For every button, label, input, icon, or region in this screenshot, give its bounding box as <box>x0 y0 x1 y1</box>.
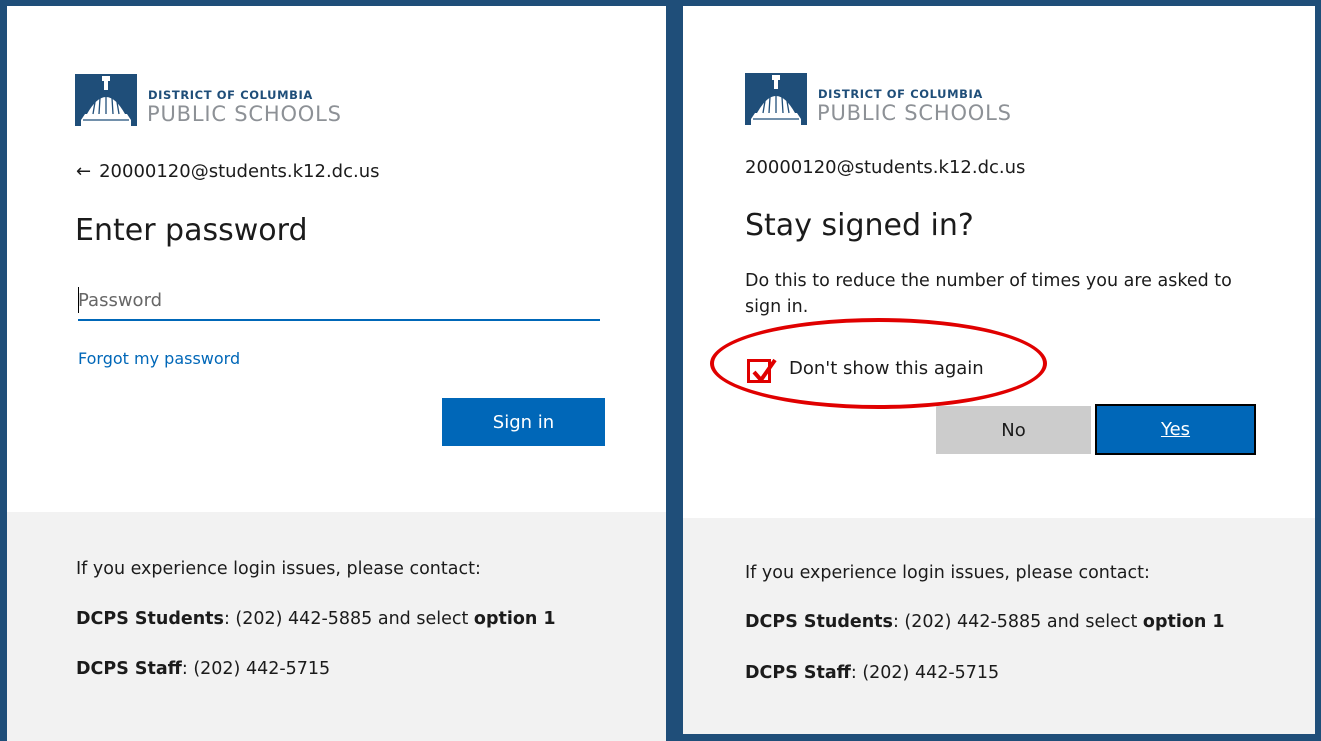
staff-label: DCPS Staff <box>745 663 851 683</box>
staff-label: DCPS Staff <box>76 659 182 679</box>
account-email: 20000120@students.k12.dc.us <box>99 161 380 182</box>
password-panel: DISTRICT OF COLUMBIA PUBLIC SCHOOLS ← 200… <box>7 6 666 741</box>
students-label: DCPS Students <box>745 612 893 632</box>
text-caret <box>78 287 79 313</box>
identity-row[interactable]: ← 20000120@students.k12.dc.us <box>76 161 380 182</box>
yes-button[interactable]: Yes <box>1095 404 1256 455</box>
students-option: option 1 <box>1142 612 1225 632</box>
staff-contact: DCPS Staff: (202) 442-5715 <box>76 659 330 679</box>
logo-line-2: PUBLIC SCHOOLS <box>147 102 342 126</box>
back-arrow-icon[interactable]: ← <box>76 161 91 182</box>
logo-line-2: PUBLIC SCHOOLS <box>817 101 1012 125</box>
staff-phone: : (202) 442-5715 <box>181 659 331 679</box>
dcps-logo: DISTRICT OF COLUMBIA PUBLIC SCHOOLS <box>75 74 395 126</box>
students-contact: DCPS Students: (202) 442-5885 and select… <box>745 612 1225 632</box>
stay-signed-in-panel: DISTRICT OF COLUMBIA PUBLIC SCHOOLS 2000… <box>683 6 1315 734</box>
students-phone: : (202) 442-5885 and select <box>892 612 1143 632</box>
dont-show-again-checkbox[interactable] <box>747 358 777 383</box>
password-input[interactable] <box>78 281 600 321</box>
support-footer: If you experience login issues, please c… <box>7 512 666 741</box>
account-email: 20000120@students.k12.dc.us <box>745 157 1026 178</box>
contact-intro: If you experience login issues, please c… <box>76 559 481 579</box>
students-option: option 1 <box>473 609 556 629</box>
kmsi-description: Do this to reduce the number of times yo… <box>745 271 1232 317</box>
forgot-password-link[interactable]: Forgot my password <box>78 349 240 368</box>
capitol-dome-icon <box>75 74 137 126</box>
page-title: Enter password <box>75 213 308 248</box>
students-label: DCPS Students <box>76 609 224 629</box>
dont-show-again-label: Don't show this again <box>789 358 984 379</box>
students-contact: DCPS Students: (202) 442-5885 and select… <box>76 609 556 629</box>
page-title: Stay signed in? <box>745 208 974 243</box>
staff-contact: DCPS Staff: (202) 442-5715 <box>745 663 999 683</box>
dont-show-again-option[interactable]: Don't show this again <box>745 353 1065 385</box>
capitol-dome-icon <box>745 73 807 125</box>
logo-line-1: DISTRICT OF COLUMBIA <box>818 87 983 101</box>
support-footer: If you experience login issues, please c… <box>683 518 1315 734</box>
dcps-logo: DISTRICT OF COLUMBIA PUBLIC SCHOOLS <box>745 73 1065 125</box>
staff-phone: : (202) 442-5715 <box>850 663 1000 683</box>
contact-intro: If you experience login issues, please c… <box>745 563 1150 583</box>
students-phone: : (202) 442-5885 and select <box>223 609 474 629</box>
sign-in-button[interactable]: Sign in <box>442 398 605 446</box>
checkmark-icon <box>752 358 777 382</box>
logo-line-1: DISTRICT OF COLUMBIA <box>148 88 313 102</box>
no-button[interactable]: No <box>936 406 1091 454</box>
